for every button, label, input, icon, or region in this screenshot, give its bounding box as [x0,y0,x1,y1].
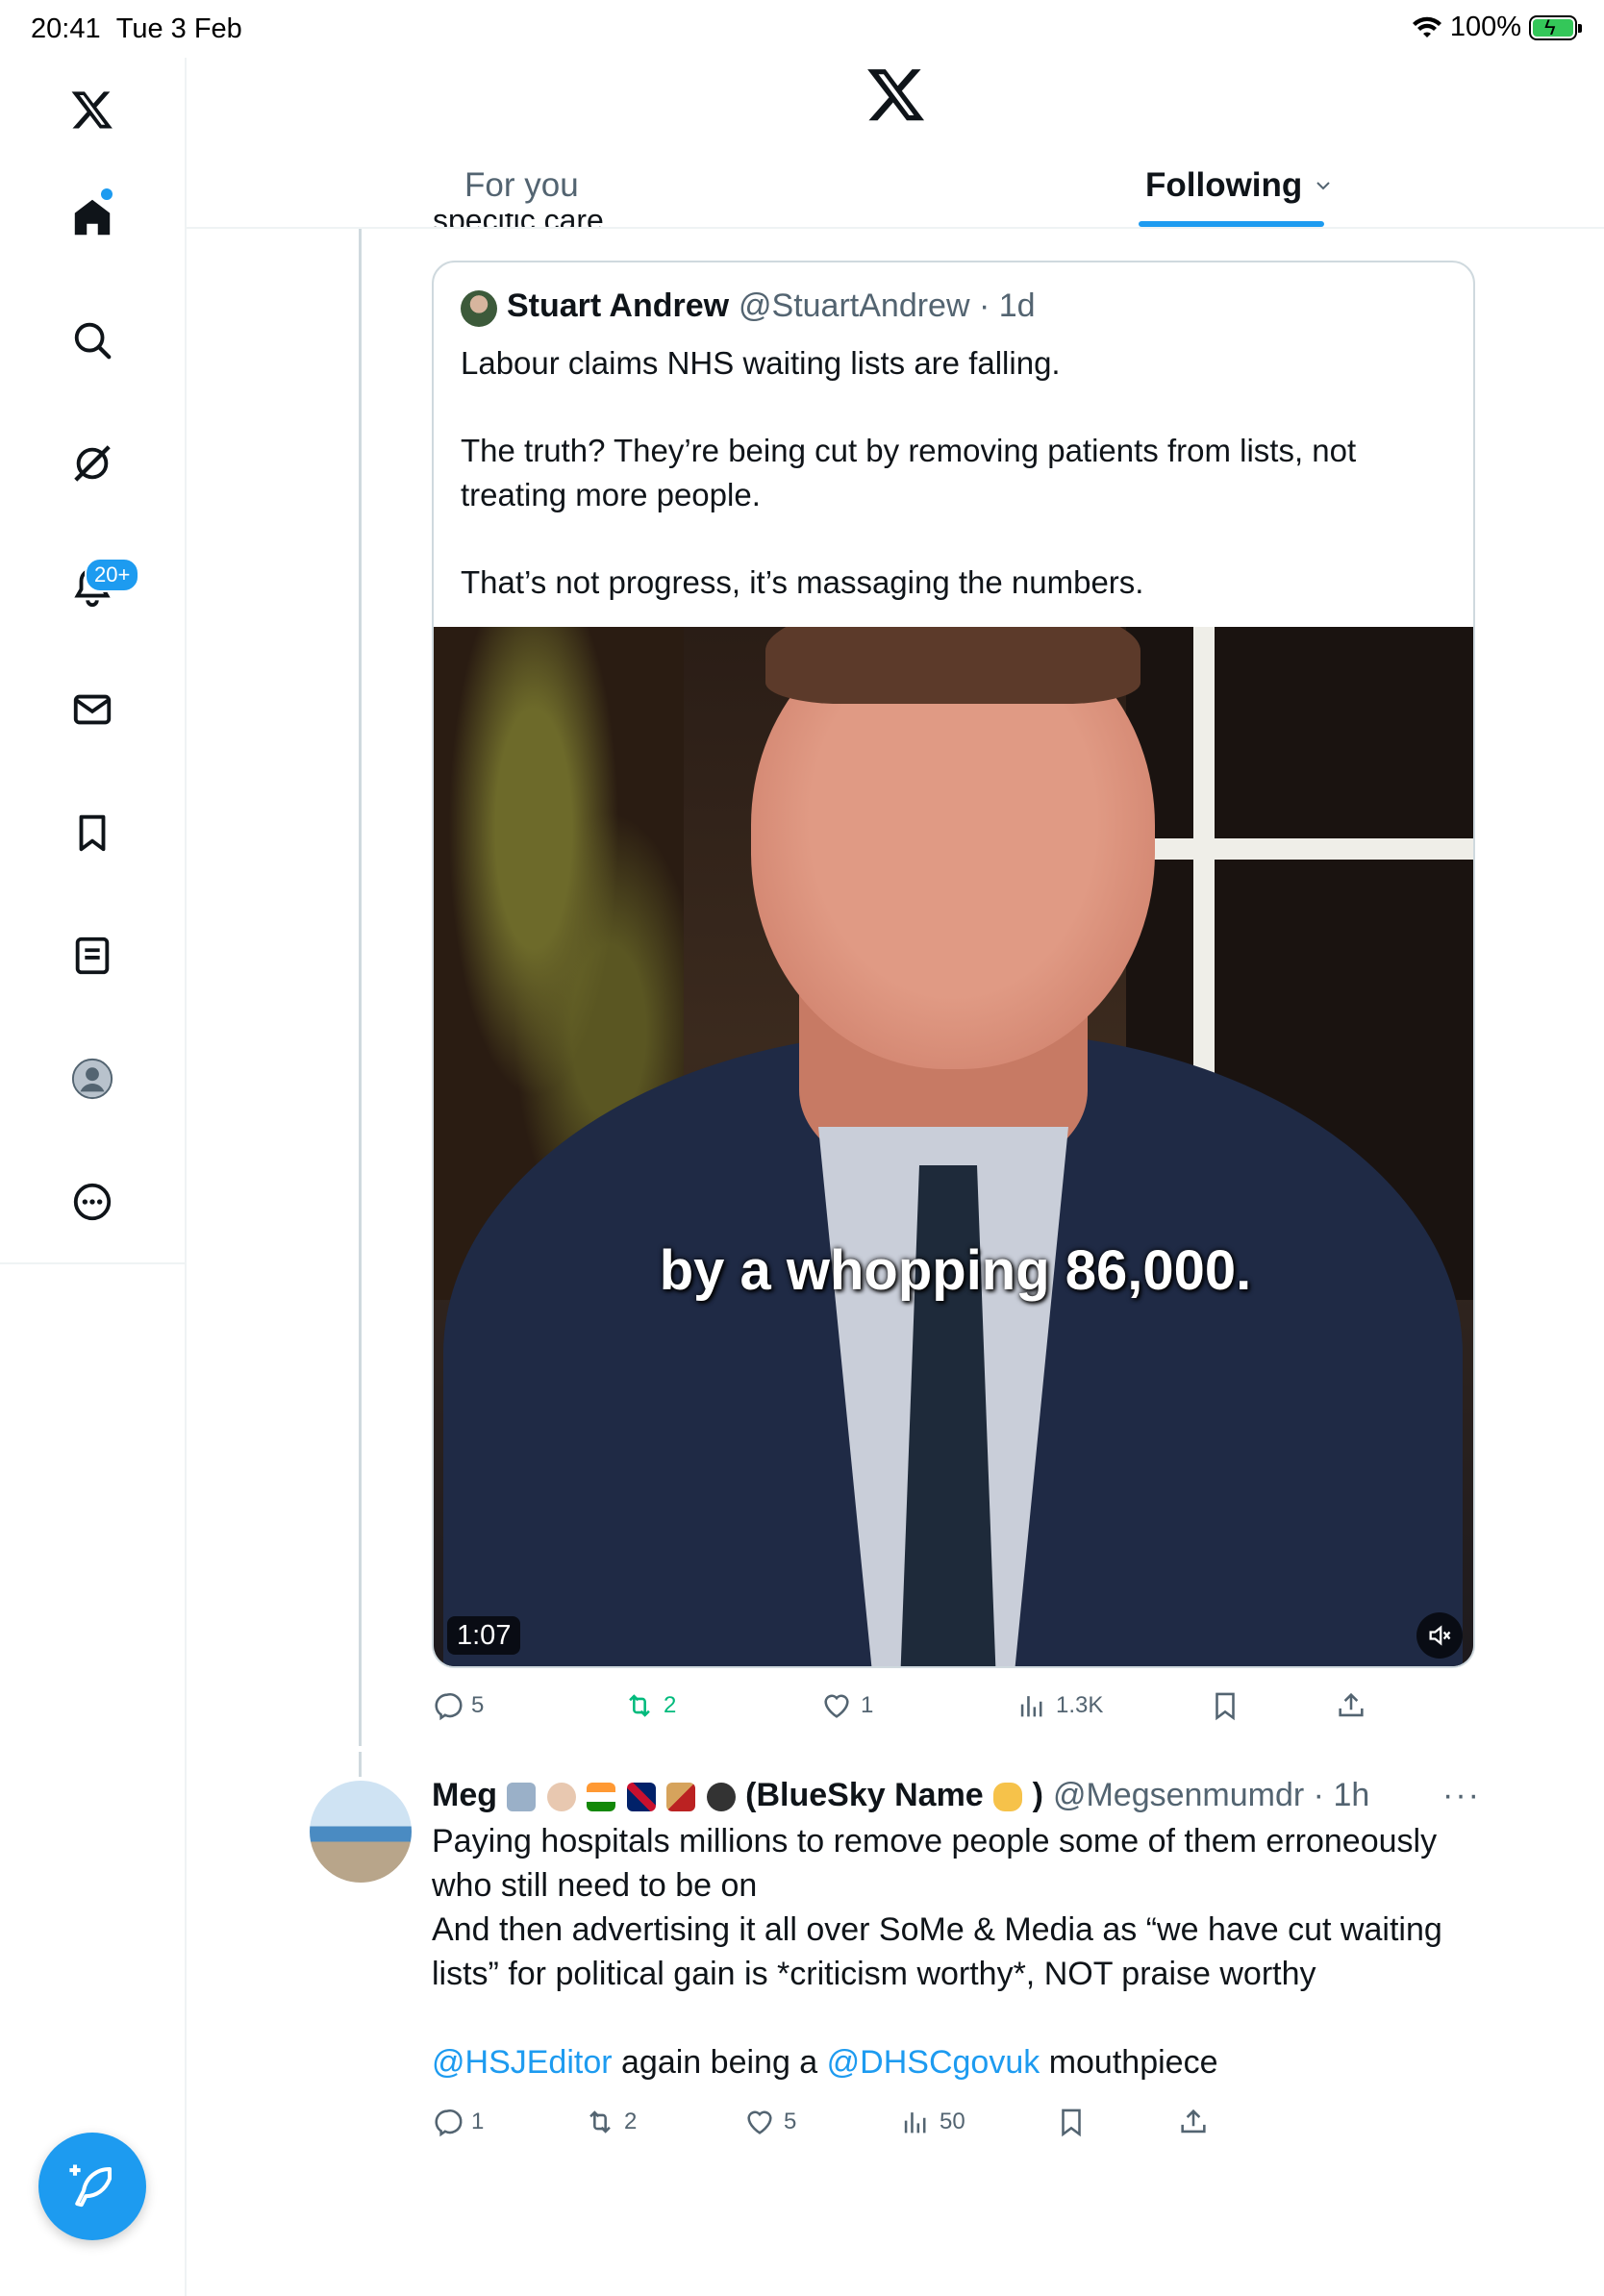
reply-icon [435,2109,463,2137]
list-icon[interactable] [62,925,123,986]
quote-time: · 1d [978,287,1036,324]
battery-icon: ϟ [1529,14,1582,40]
bookmark-icon[interactable] [62,802,123,863]
woman-emoji-icon [546,1783,576,1812]
share-icon [1181,2109,1206,2134]
thread-line-connector [359,1752,362,1777]
repost-icon [629,1694,650,1717]
compose-feather-icon [69,2164,113,2208]
status-bar: 20:41 Tue 3 Feb 100% ϟ [0,0,1604,58]
quote-author-name[interactable]: Stuart Andrew [507,287,729,325]
heart-icon [747,2110,772,2134]
status-right: 100% ϟ [1412,12,1582,43]
heart-icon [824,1694,849,1718]
mute-button[interactable] [1416,1612,1463,1659]
reply-icon [435,1693,463,1721]
home-icon[interactable] [62,187,123,248]
family-emoji-icon [507,1783,537,1812]
like-button[interactable]: 5 [743,2106,796,2138]
home-notification-dot [101,188,113,200]
pointing-down-emoji-icon [993,1783,1023,1812]
reply-line-1: Paying hospitals millions to remove peop… [432,1823,1438,1904]
video-window-frame-h [1126,838,1473,860]
india-flag-icon [587,1783,616,1812]
reply-text: Paying hospitals millions to remove peop… [432,1819,1490,2084]
header-divider [185,227,1604,229]
bookmark-button[interactable] [1209,1689,1241,1722]
camera-emoji-icon [706,1783,736,1812]
repost-icon [589,2110,611,2134]
quote-text-2: The truth? They’re being cut by removing… [461,433,1357,512]
reply-author-handle: @Megsenmumdr · 1h [1052,1777,1370,1813]
chevron-down-icon [1316,182,1331,190]
notifications-badge: 20+ [85,558,140,592]
reply-line-2: And then advertising it all over SoMe & … [432,1911,1442,1992]
compose-post-button[interactable] [38,2133,146,2240]
previous-tweet-text: specific care. [433,213,613,227]
video-duration: 1:07 [447,1616,521,1655]
views-button[interactable]: 1.3K [1015,1689,1103,1722]
reply-line-3: @HSJEditor again being a @DHSCgovuk mout… [432,2044,1218,2081]
avatar-icon[interactable] [62,1048,123,1110]
views-button[interactable]: 50 [899,2106,965,2138]
views-icon [1020,1696,1042,1717]
cricket-emoji-icon [666,1783,696,1812]
quote-text-3: That’s not progress, it’s massaging the … [461,564,1144,600]
video-player[interactable]: by a whopping 86,000. 1:07 [434,627,1473,1666]
share-icon [1339,1692,1364,1717]
wifi-icon [1412,16,1441,37]
more-options-icon[interactable]: ··· [1442,1777,1481,1814]
like-button[interactable]: 1 [820,1689,873,1722]
bookmark-icon [1062,2109,1081,2137]
grok-icon[interactable] [62,433,123,494]
views-icon [904,2112,926,2134]
reply-button[interactable]: 1 [431,2106,484,2138]
reply-header: Meg (BlueSky Name ) @Megsenmumdr · 1h [432,1777,1369,1814]
reply-time: · 1h [1313,1777,1370,1813]
status-time: 20:41 Tue 3 Feb [31,13,242,44]
tab-following[interactable]: Following [1145,144,1335,227]
reply-button[interactable]: 5 [431,1689,484,1722]
more-icon[interactable] [62,1171,123,1233]
quote-author-handle: @StuartAndrew · 1d [739,287,1036,324]
sidebar-divider [0,1262,185,1264]
search-icon[interactable] [62,310,123,371]
repost-button[interactable]: 2 [584,2106,637,2138]
video-caption: by a whopping 86,000. [659,1239,1252,1302]
mention-hsjeditor[interactable]: @HSJEditor [432,2044,613,2081]
share-button[interactable] [1177,2106,1210,2138]
quote-author-avatar[interactable] [461,290,497,327]
uk-flag-icon [626,1783,656,1812]
battery-percent: 100% [1449,12,1521,42]
repost-button[interactable]: 2 [623,1689,676,1722]
quoted-tweet-card[interactable]: Stuart Andrew @StuartAndrew · 1d Labour … [432,261,1475,1668]
bookmark-button[interactable] [1055,2106,1088,2138]
mention-dhscgovuk[interactable]: @DHSCgovuk [827,2044,1040,2081]
quote-text-1: Labour claims NHS waiting lists are fall… [461,345,1061,381]
reply-author-name[interactable]: Meg (BlueSky Name ) [432,1777,1043,1814]
thread-line [359,229,362,1746]
bookmark-icon [1216,1692,1235,1721]
reply-author-avatar[interactable] [310,1781,412,1883]
mute-icon [1429,1625,1451,1646]
x-logo-header-icon[interactable] [865,63,927,125]
x-logo-icon[interactable] [62,79,123,140]
share-button[interactable] [1335,1689,1367,1722]
video-person-hair [765,627,1140,704]
envelope-icon[interactable] [62,679,123,740]
